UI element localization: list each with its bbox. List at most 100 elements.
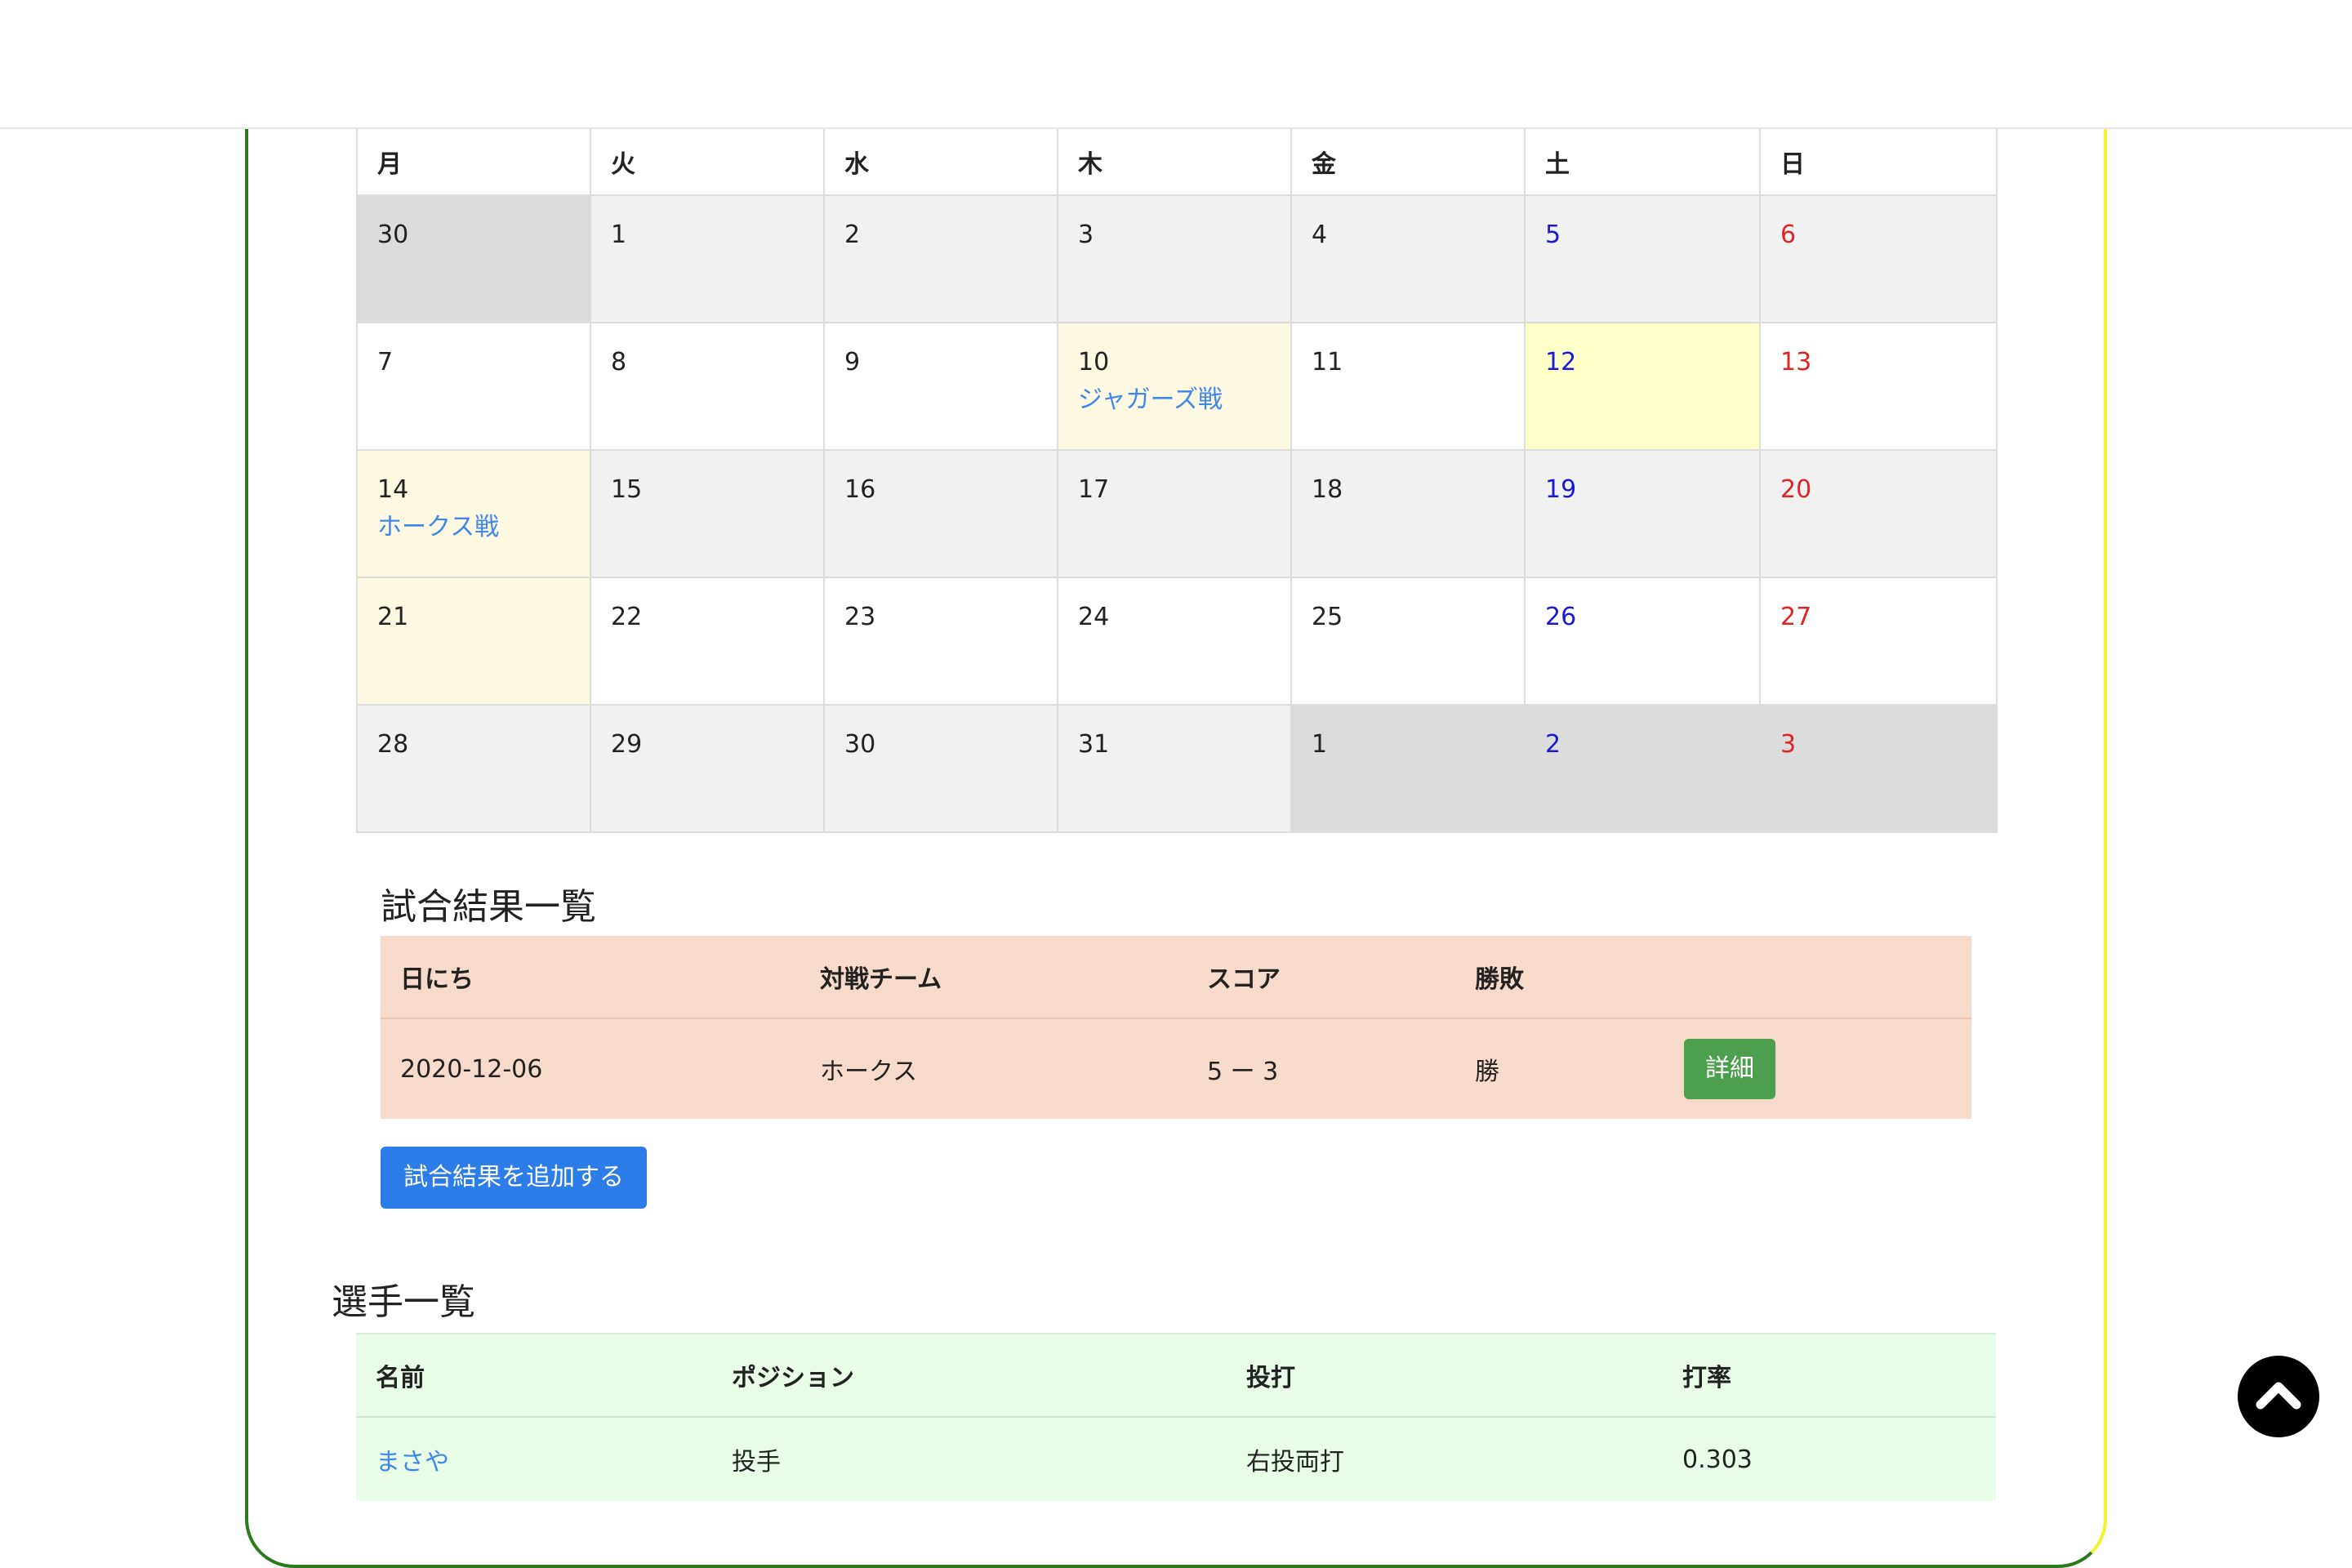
calendar-day-number: 30 — [377, 220, 409, 249]
calendar-day-number: 3 — [1780, 730, 1797, 759]
calendar-day-cell[interactable]: 19 — [1524, 449, 1761, 578]
results-table: 日にち 対戦チーム スコア 勝敗 2020-12-06 ホークス 5 ー 3 勝… — [381, 936, 1971, 1119]
results-header-action — [1664, 936, 1971, 1019]
calendar-day-cell[interactable]: 17 — [1057, 449, 1292, 578]
calendar-day-number: 8 — [611, 348, 627, 376]
players-table: 名前 ポジション 投打 打率 まさや 投手 右投両打 0.303 — [356, 1333, 1996, 1501]
calendar-day-number: 3 — [1078, 220, 1094, 249]
calendar-day-cell[interactable]: 1 — [1290, 704, 1526, 833]
calendar-day-number: 22 — [611, 603, 643, 631]
top-header-bar — [0, 0, 2352, 129]
calendar-body: 30 1 2 3 4 5 6 7 8 9 10 ジャガーズ戦 11 12 13 14 ホークス戦 15 16 17 18… — [356, 194, 1998, 833]
results-title: 試合結果一覧 — [381, 886, 596, 928]
calendar-week-row: 21 22 23 24 25 26 27 — [356, 577, 1998, 706]
calendar-day-cell[interactable]: 9 — [823, 322, 1058, 451]
calendar-day-number: 18 — [1312, 475, 1343, 504]
calendar-day-cell[interactable]: 6 — [1759, 194, 1998, 323]
calendar-day-number: 25 — [1312, 603, 1343, 631]
calendar-day-cell[interactable]: 7 — [356, 322, 591, 451]
calendar-day-number: 27 — [1780, 603, 1812, 631]
results-header-score: スコア — [1187, 936, 1455, 1019]
calendar-week-row: 30 1 2 3 4 5 6 — [356, 194, 1998, 323]
table-row: 2020-12-06 ホークス 5 ー 3 勝 詳細 — [381, 1018, 1971, 1119]
calendar-day-number: 16 — [844, 475, 876, 504]
calendar-day-cell[interactable]: 3 — [1759, 704, 1998, 833]
calendar-day-cell[interactable]: 21 — [356, 577, 591, 706]
calendar-day-cell[interactable]: 29 — [590, 704, 825, 833]
results-header-date: 日にち — [381, 936, 800, 1019]
calendar-day-cell[interactable]: 8 — [590, 322, 825, 451]
calendar-day-cell[interactable]: 13 — [1759, 322, 1998, 451]
result-opponent: ホークス — [820, 1058, 918, 1086]
weekday-mon: 月 — [356, 127, 591, 196]
table-row: まさや 投手 右投両打 0.303 — [356, 1417, 1996, 1501]
calendar-day-cell[interactable]: 12 — [1524, 322, 1761, 451]
weekday-thu: 木 — [1057, 127, 1292, 196]
scroll-to-top-button[interactable] — [2238, 1356, 2319, 1437]
result-action-cell: 詳細 — [1664, 1018, 1971, 1119]
weekday-sat: 土 — [1524, 127, 1761, 196]
calendar-day-cell[interactable]: 27 — [1759, 577, 1998, 706]
calendar-day-number: 17 — [1078, 475, 1110, 504]
calendar-event-link[interactable]: ジャガーズ戦 — [1078, 385, 1290, 415]
result-score: 5 ー 3 — [1207, 1058, 1279, 1086]
calendar-day-number: 13 — [1780, 348, 1812, 376]
results-header-row: 日にち 対戦チーム スコア 勝敗 — [381, 936, 1971, 1019]
calendar-day-number: 31 — [1078, 730, 1110, 759]
players-header-name: 名前 — [356, 1333, 712, 1418]
calendar-day-cell[interactable]: 4 — [1290, 194, 1526, 323]
calendar-event-link[interactable]: ホークス戦 — [377, 513, 590, 542]
calendar-day-number: 2 — [844, 220, 861, 249]
players-header-position: ポジション — [712, 1333, 1227, 1418]
player-bats-throws: 右投両打 — [1246, 1448, 1344, 1477]
player-name-link[interactable]: まさや — [376, 1448, 449, 1477]
calendar-day-number: 6 — [1780, 220, 1797, 249]
calendar-week-row: 28 29 30 31 1 2 3 — [356, 704, 1998, 833]
player-avg: 0.303 — [1682, 1445, 1753, 1474]
calendar-day-number: 19 — [1545, 475, 1577, 504]
detail-button[interactable]: 詳細 — [1684, 1039, 1775, 1099]
calendar-day-number: 30 — [844, 730, 876, 759]
calendar-day-cell[interactable]: 30 — [356, 194, 591, 323]
calendar-day-cell[interactable]: 22 — [590, 577, 825, 706]
calendar-day-cell[interactable]: 10 ジャガーズ戦 — [1057, 322, 1292, 451]
calendar-day-number: 26 — [1545, 603, 1577, 631]
calendar-day-cell[interactable]: 26 — [1524, 577, 1761, 706]
calendar-day-number: 1 — [1312, 730, 1328, 759]
calendar-day-cell[interactable]: 15 — [590, 449, 825, 578]
result-outcome: 勝 — [1475, 1058, 1499, 1086]
calendar-day-cell[interactable]: 31 — [1057, 704, 1292, 833]
chevron-up-icon — [2256, 1382, 2301, 1410]
players-header-avg: 打率 — [1663, 1333, 1996, 1418]
calendar-day-number: 12 — [1545, 348, 1577, 376]
calendar-day-cell[interactable]: 24 — [1057, 577, 1292, 706]
calendar-day-number: 15 — [611, 475, 643, 504]
calendar-day-cell[interactable]: 3 — [1057, 194, 1292, 323]
calendar-day-cell[interactable]: 25 — [1290, 577, 1526, 706]
calendar-day-cell[interactable]: 11 — [1290, 322, 1526, 451]
calendar-day-number: 21 — [377, 603, 409, 631]
players-header-row: 名前 ポジション 投打 打率 — [356, 1333, 1996, 1418]
calendar-day-cell[interactable]: 20 — [1759, 449, 1998, 578]
calendar-day-cell[interactable]: 2 — [1524, 704, 1761, 833]
calendar-day-cell[interactable]: 1 — [590, 194, 825, 323]
calendar-day-cell[interactable]: 5 — [1524, 194, 1761, 323]
calendar-day-number: 28 — [377, 730, 409, 759]
calendar-day-number: 10 — [1078, 348, 1110, 376]
add-result-button[interactable]: 試合結果を追加する — [381, 1147, 647, 1209]
calendar-day-cell[interactable]: 16 — [823, 449, 1058, 578]
weekday-fri: 金 — [1290, 127, 1526, 196]
calendar-day-cell[interactable]: 28 — [356, 704, 591, 833]
calendar-day-number: 5 — [1545, 220, 1561, 249]
calendar-day-number: 23 — [844, 603, 876, 631]
calendar-day-cell[interactable]: 23 — [823, 577, 1058, 706]
result-date: 2020-12-06 — [400, 1054, 543, 1084]
calendar-table: 月 火 水 木 金 土 日 30 1 2 3 4 5 6 7 8 9 10 ジャガーズ戦 11 12 13 1… — [356, 127, 1998, 833]
calendar-day-cell[interactable]: 14 ホークス戦 — [356, 449, 591, 578]
calendar-day-cell[interactable]: 30 — [823, 704, 1058, 833]
calendar-day-cell[interactable]: 2 — [823, 194, 1058, 323]
calendar-day-number: 7 — [377, 348, 394, 376]
player-name-cell: まさや — [356, 1417, 712, 1501]
calendar-day-number: 14 — [377, 475, 409, 504]
calendar-day-cell[interactable]: 18 — [1290, 449, 1526, 578]
